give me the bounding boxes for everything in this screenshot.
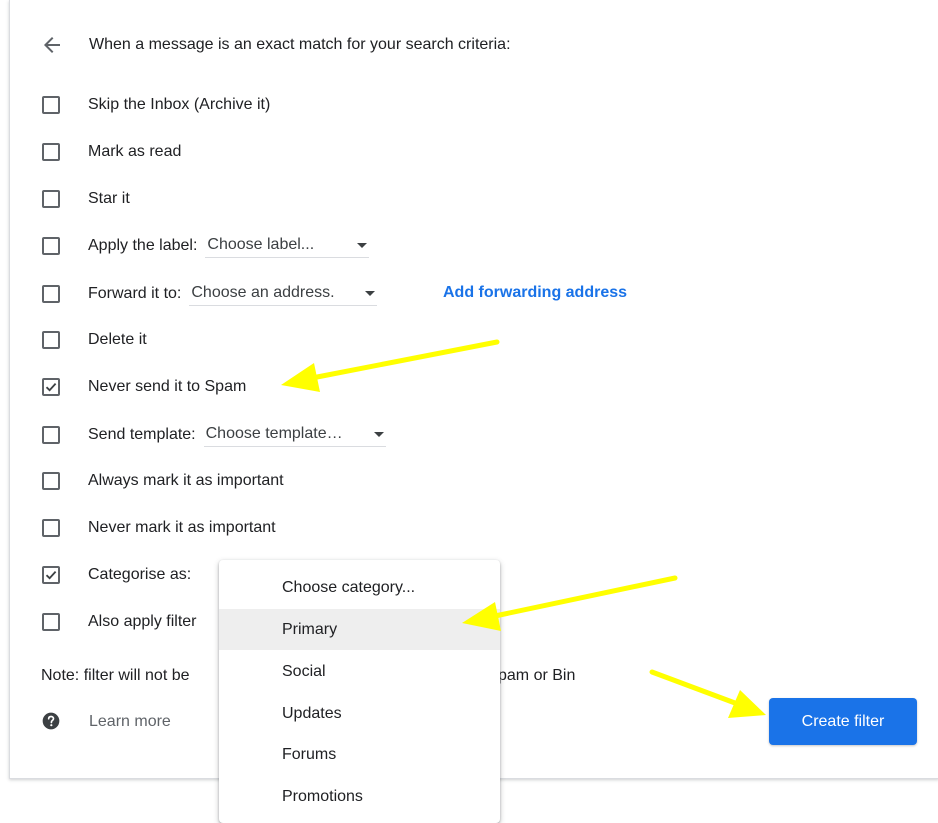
- note-text-end: pam or Bin: [498, 667, 576, 684]
- option-star: Star it: [42, 187, 130, 211]
- learn-more-link[interactable]: Learn more: [89, 713, 171, 731]
- help-icon[interactable]: [41, 711, 61, 731]
- skip-inbox-checkbox[interactable]: [42, 96, 60, 114]
- category-option-primary[interactable]: Primary: [219, 609, 500, 650]
- back-arrow-icon[interactable]: [40, 33, 64, 57]
- option-label: Always mark it as important: [88, 472, 284, 489]
- category-menu: Choose category... Primary Social Update…: [219, 560, 500, 823]
- option-forward: Forward it to: Choose an address.: [42, 282, 378, 306]
- never-spam-checkbox[interactable]: [42, 378, 60, 396]
- delete-checkbox[interactable]: [42, 331, 60, 349]
- option-mark-read: Mark as read: [42, 140, 181, 164]
- option-label: Send template:: [88, 426, 196, 443]
- option-delete: Delete it: [42, 328, 147, 352]
- option-apply-label: Apply the label: Choose label...: [42, 234, 370, 258]
- mark-read-checkbox[interactable]: [42, 143, 60, 161]
- forward-address-value: Choose an address.: [191, 284, 335, 301]
- add-forwarding-address-link[interactable]: Add forwarding address: [443, 284, 627, 302]
- always-important-checkbox[interactable]: [42, 472, 60, 490]
- option-also-apply: Also apply filter: [42, 610, 197, 634]
- never-important-checkbox[interactable]: [42, 519, 60, 537]
- option-label: Never send it to Spam: [88, 378, 247, 395]
- option-always-important: Always mark it as important: [42, 469, 284, 493]
- dropdown-arrow-icon: [357, 242, 368, 248]
- category-option-choose[interactable]: Choose category...: [219, 567, 500, 608]
- also-apply-checkbox[interactable]: [42, 613, 60, 631]
- category-option-promotions[interactable]: Promotions: [219, 776, 500, 817]
- checkmark-icon: [45, 382, 57, 392]
- option-label: Star it: [88, 190, 130, 207]
- option-label: Forward it to:: [88, 285, 182, 302]
- option-label: Mark as read: [88, 143, 182, 160]
- dropdown-arrow-icon: [373, 431, 384, 437]
- option-send-template: Send template: Choose template…: [42, 423, 386, 447]
- option-label: Never mark it as important: [88, 519, 276, 536]
- dropdown-arrow-icon: [365, 290, 376, 296]
- category-option-social[interactable]: Social: [219, 651, 500, 692]
- option-label: Apply the label:: [88, 237, 198, 254]
- star-checkbox[interactable]: [42, 190, 60, 208]
- option-label: Delete it: [88, 331, 147, 348]
- option-label: Skip the Inbox (Archive it): [88, 96, 271, 113]
- forward-address-select[interactable]: Choose an address.: [189, 282, 378, 306]
- option-skip-inbox: Skip the Inbox (Archive it): [42, 93, 270, 117]
- note-text-start: Note: filter will not be: [41, 667, 190, 684]
- create-filter-button[interactable]: Create filter: [769, 698, 917, 745]
- label-select-value: Choose label...: [207, 236, 315, 253]
- option-label: Also apply filter: [88, 613, 197, 630]
- label-select[interactable]: Choose label...: [205, 234, 370, 258]
- option-never-spam: Never send it to Spam: [42, 375, 246, 399]
- option-categorise: Categorise as:: [42, 563, 191, 587]
- checkmark-icon: [45, 570, 57, 580]
- criteria-heading: When a message is an exact match for you…: [89, 36, 511, 53]
- option-never-important: Never mark it as important: [42, 516, 276, 540]
- option-label: Categorise as:: [88, 566, 192, 583]
- category-option-forums[interactable]: Forums: [219, 734, 500, 775]
- apply-label-checkbox[interactable]: [42, 237, 60, 255]
- send-template-checkbox[interactable]: [42, 426, 60, 444]
- categorise-checkbox[interactable]: [42, 566, 60, 584]
- category-option-updates[interactable]: Updates: [219, 693, 500, 734]
- forward-checkbox[interactable]: [42, 285, 60, 303]
- template-select-value: Choose template…: [205, 425, 343, 442]
- template-select[interactable]: Choose template…: [203, 423, 386, 447]
